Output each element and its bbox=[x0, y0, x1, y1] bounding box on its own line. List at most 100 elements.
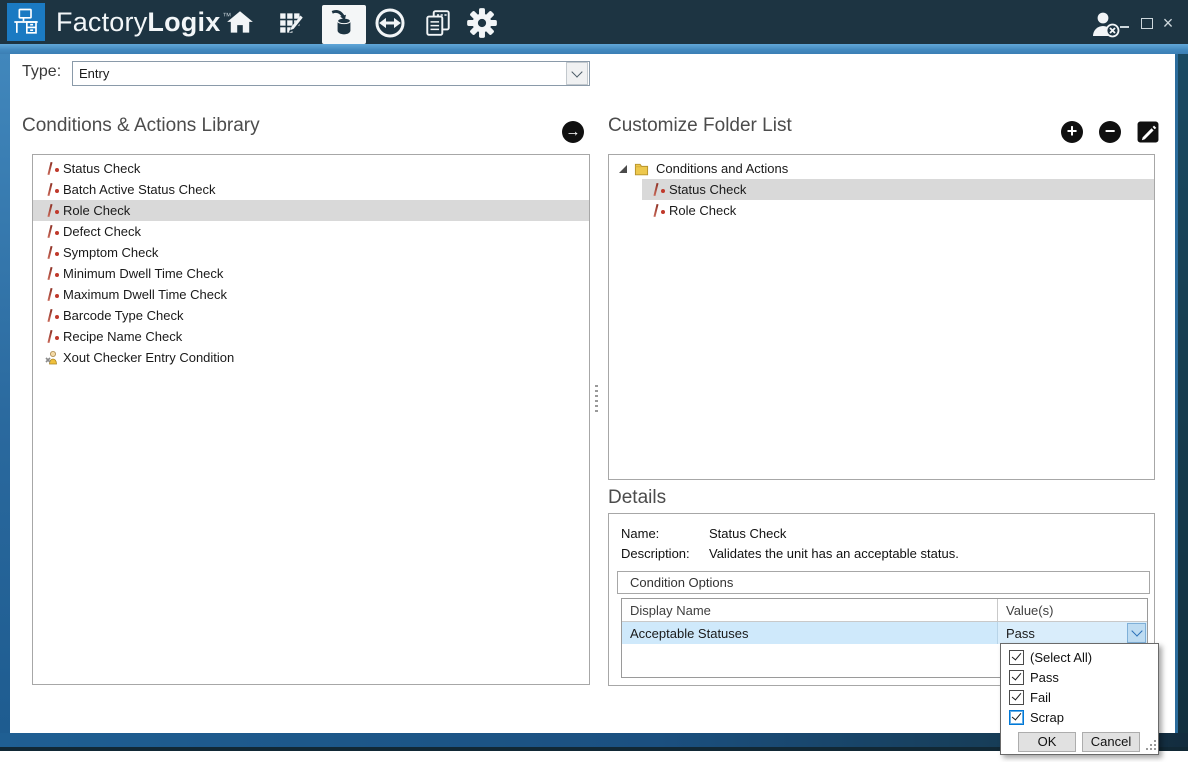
documents-icon[interactable] bbox=[422, 7, 454, 39]
list-item-label: Minimum Dwell Time Check bbox=[63, 266, 223, 281]
type-select-value: Entry bbox=[73, 66, 566, 81]
add-folder-button[interactable] bbox=[1061, 121, 1083, 143]
condition-icon bbox=[650, 203, 666, 219]
popup-option[interactable]: Pass bbox=[1001, 667, 1158, 687]
list-item-label: Xout Checker Entry Condition bbox=[63, 350, 234, 365]
condition-icon bbox=[650, 182, 666, 198]
panel-splitter-handle[interactable] bbox=[595, 385, 598, 413]
xout-checker-icon bbox=[44, 350, 60, 366]
condition-icon bbox=[44, 182, 60, 198]
list-item[interactable]: Maximum Dwell Time Check bbox=[33, 284, 589, 305]
cell-display-name: Acceptable Statuses bbox=[622, 626, 997, 641]
library-database-icon[interactable] bbox=[328, 7, 360, 39]
type-select[interactable]: Entry bbox=[72, 61, 590, 86]
list-item-label: Barcode Type Check bbox=[63, 308, 183, 323]
list-item-selected[interactable]: Role Check bbox=[33, 200, 589, 221]
condition-options-title: Condition Options bbox=[618, 575, 733, 590]
column-display-name: Display Name bbox=[622, 603, 997, 618]
desktop: FactoryLogix™ bbox=[0, 0, 1188, 762]
popup-option-label: Pass bbox=[1030, 670, 1059, 685]
tree-item-label: Role Check bbox=[669, 203, 736, 218]
value-dropdown-button[interactable] bbox=[1127, 623, 1146, 643]
maximize-button[interactable] bbox=[1139, 15, 1155, 31]
condition-icon bbox=[44, 308, 60, 324]
tree-root-label: Conditions and Actions bbox=[656, 161, 788, 176]
data-transfer-icon[interactable] bbox=[374, 7, 406, 39]
description-value: Validates the unit has an acceptable sta… bbox=[709, 546, 959, 561]
folders-title: Customize Folder List bbox=[608, 115, 792, 137]
checkbox-checked-icon[interactable] bbox=[1009, 710, 1024, 725]
condition-icon bbox=[44, 161, 60, 177]
list-item[interactable]: Symptom Check bbox=[33, 242, 589, 263]
home-icon[interactable] bbox=[224, 7, 256, 39]
type-select-dropdown-button[interactable] bbox=[566, 62, 588, 85]
condition-icon bbox=[44, 245, 60, 261]
checkbox-checked-icon[interactable] bbox=[1009, 670, 1024, 685]
chevron-down-icon bbox=[1131, 625, 1142, 636]
list-item[interactable]: Status Check bbox=[33, 158, 589, 179]
list-item-label: Defect Check bbox=[63, 224, 141, 239]
cell-value-editor[interactable]: Pass bbox=[997, 622, 1147, 644]
folder-icon bbox=[634, 162, 649, 176]
close-button[interactable]: × bbox=[1160, 15, 1176, 31]
list-item[interactable]: Xout Checker Entry Condition bbox=[33, 347, 589, 368]
window-frame-right bbox=[1175, 54, 1188, 733]
list-item[interactable]: Batch Active Status Check bbox=[33, 179, 589, 200]
factorylogix-logo-icon bbox=[7, 3, 45, 41]
popup-option[interactable]: Fail bbox=[1001, 687, 1158, 707]
tree-item-label: Status Check bbox=[669, 182, 746, 197]
name-label: Name: bbox=[621, 526, 659, 541]
edit-pencil-icon bbox=[1137, 121, 1159, 143]
checkbox-checked-icon[interactable] bbox=[1009, 690, 1024, 705]
library-title: Conditions & Actions Library bbox=[22, 115, 260, 137]
popup-option[interactable]: Scrap bbox=[1001, 707, 1158, 727]
grid-edit-icon[interactable] bbox=[276, 7, 308, 39]
settings-gear-icon[interactable] bbox=[466, 7, 498, 39]
tree-item-selected[interactable]: Status Check bbox=[642, 179, 1154, 200]
cell-value: Pass bbox=[998, 626, 1127, 641]
name-value: Status Check bbox=[709, 526, 786, 541]
edit-folder-button[interactable] bbox=[1137, 121, 1159, 143]
popup-option-label: Fail bbox=[1030, 690, 1051, 705]
value-multiselect-popup: (Select All) Pass Fail Scrap OK Cancel bbox=[1000, 643, 1159, 755]
list-item-label: Batch Active Status Check bbox=[63, 182, 215, 197]
resize-grip-icon[interactable] bbox=[1150, 744, 1152, 746]
list-item-label: Symptom Check bbox=[63, 245, 158, 260]
ok-button[interactable]: OK bbox=[1018, 732, 1076, 752]
tree-expander-icon[interactable] bbox=[619, 165, 627, 173]
list-item[interactable]: Minimum Dwell Time Check bbox=[33, 263, 589, 284]
titlebar: FactoryLogix™ bbox=[0, 0, 1188, 44]
conditions-library-list: Status Check Batch Active Status Check R… bbox=[32, 154, 590, 685]
description-label: Description: bbox=[621, 546, 690, 561]
brand-bold: Logix bbox=[147, 7, 220, 38]
popup-option[interactable]: (Select All) bbox=[1001, 647, 1158, 667]
checkbox-checked-icon[interactable] bbox=[1009, 650, 1024, 665]
chevron-down-icon bbox=[571, 66, 582, 77]
remove-folder-button[interactable] bbox=[1099, 121, 1121, 143]
main-content: Type: Entry Conditions & Actions Library… bbox=[10, 54, 1175, 733]
list-item-label: Role Check bbox=[63, 203, 130, 218]
minimize-button[interactable] bbox=[1116, 15, 1132, 31]
table-row-selected[interactable]: Acceptable Statuses Pass bbox=[622, 622, 1147, 644]
column-values: Value(s) bbox=[997, 599, 1147, 621]
tree-item[interactable]: Role Check bbox=[642, 200, 1154, 221]
condition-options-group: Condition Options bbox=[617, 571, 1150, 594]
list-item-label: Maximum Dwell Time Check bbox=[63, 287, 227, 302]
cancel-button[interactable]: Cancel bbox=[1082, 732, 1140, 752]
list-item[interactable]: Defect Check bbox=[33, 221, 589, 242]
list-item[interactable]: Recipe Name Check bbox=[33, 326, 589, 347]
condition-icon bbox=[44, 224, 60, 240]
details-title: Details bbox=[608, 487, 666, 509]
condition-icon bbox=[44, 266, 60, 282]
type-label: Type: bbox=[22, 63, 61, 81]
move-to-folder-button[interactable] bbox=[562, 121, 584, 143]
app-window: FactoryLogix™ bbox=[0, 0, 1188, 751]
app-title: FactoryLogix™ bbox=[56, 0, 232, 44]
condition-icon bbox=[44, 287, 60, 303]
accent-strip bbox=[0, 44, 1188, 54]
brand-light: Factory bbox=[56, 7, 147, 38]
window-frame-left bbox=[0, 54, 10, 733]
folder-tree: Conditions and Actions Status Check Role… bbox=[608, 154, 1155, 480]
tree-root-row[interactable]: Conditions and Actions bbox=[609, 158, 1154, 179]
list-item[interactable]: Barcode Type Check bbox=[33, 305, 589, 326]
